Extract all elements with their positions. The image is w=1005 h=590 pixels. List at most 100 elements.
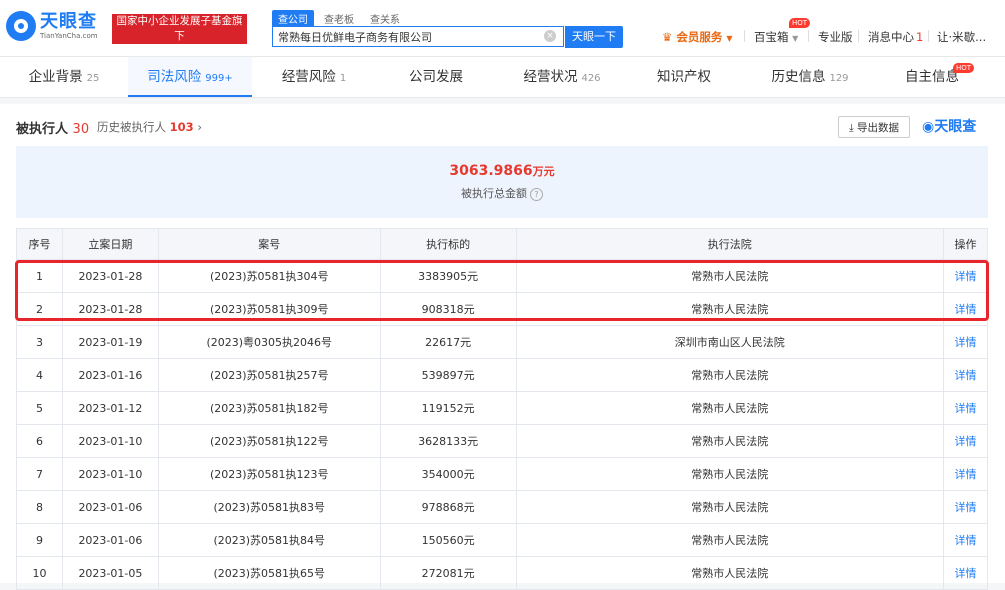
table-row: 1 2023-01-28 (2023)苏0581执304号 3383905元 常熟市人民… bbox=[16, 259, 988, 293]
executed-person-panel: 被执行人 30 历史被执行人 103 › ⤓ 导出数据 ◉天眼查 3063.98… bbox=[0, 104, 1005, 590]
search-tab-boss[interactable]: 查老板 bbox=[318, 10, 360, 27]
clear-icon[interactable]: × bbox=[544, 30, 556, 42]
tab-legal-risk[interactable]: 司法风险 999+ bbox=[128, 57, 252, 97]
row-court: 常熟市人民法院 bbox=[515, 424, 945, 458]
detail-link[interactable]: 详情 bbox=[943, 391, 988, 425]
row-date: 2023-01-19 bbox=[61, 325, 159, 359]
row-case-number: (2023)苏0581执257号 bbox=[157, 358, 381, 392]
row-no: 7 bbox=[16, 457, 63, 491]
baibaoxiang-menu[interactable]: 百宝箱 ▼ bbox=[754, 29, 798, 45]
message-center[interactable]: 消息中心 1 bbox=[868, 29, 923, 45]
tab-business-risk[interactable]: 经营风险 1 bbox=[252, 57, 376, 97]
row-no: 1 bbox=[16, 259, 63, 293]
chevron-down-icon: ▼ bbox=[792, 34, 799, 43]
row-date: 2023-01-10 bbox=[61, 457, 159, 491]
summary-box: 3063.9866万元 被执行总金额? bbox=[16, 146, 988, 218]
row-date: 2023-01-16 bbox=[61, 358, 159, 392]
detail-link[interactable]: 详情 bbox=[943, 325, 988, 359]
row-case-number: (2023)苏0581执123号 bbox=[157, 457, 381, 491]
tab-operation[interactable]: 经营状况 426 bbox=[500, 57, 624, 97]
table-row: 5 2023-01-12 (2023)苏0581执182号 119152元 常熟市人民法… bbox=[16, 391, 988, 425]
col-header-date: 立案日期 bbox=[61, 228, 159, 260]
row-no: 2 bbox=[16, 292, 63, 326]
download-icon: ⤓ bbox=[849, 122, 854, 134]
tab-history[interactable]: 历史信息 129 bbox=[748, 57, 872, 97]
row-case-number: (2023)苏0581执65号 bbox=[157, 556, 381, 590]
vip-menu[interactable]: ♛ 会员服务 ▼ bbox=[662, 29, 733, 45]
row-date: 2023-01-12 bbox=[61, 391, 159, 425]
row-court: 常熟市人民法院 bbox=[515, 292, 945, 326]
row-date: 2023-01-05 bbox=[61, 556, 159, 590]
help-icon[interactable]: ? bbox=[530, 187, 543, 201]
logo-domain: TianYanCha.com bbox=[40, 31, 98, 40]
logo[interactable]: 天眼查 TianYanCha.com bbox=[6, 11, 98, 41]
row-court: 深圳市南山区人民法院 bbox=[515, 325, 945, 359]
row-no: 6 bbox=[16, 424, 63, 458]
row-case-number: (2023)苏0581执83号 bbox=[157, 490, 381, 524]
row-court: 常熟市人民法院 bbox=[515, 490, 945, 524]
row-case-number: (2023)苏0581执304号 bbox=[157, 259, 381, 293]
export-button[interactable]: ⤓ 导出数据 bbox=[838, 116, 910, 138]
table-row: 4 2023-01-16 (2023)苏0581执257号 539897元 常熟市人民法… bbox=[16, 358, 988, 392]
row-case-number: (2023)苏0581执182号 bbox=[157, 391, 381, 425]
row-amount: 3383905元 bbox=[379, 259, 517, 293]
row-date: 2023-01-06 bbox=[61, 523, 159, 557]
search-input[interactable]: 常熟每日优鲜电子商务有限公司 bbox=[272, 26, 564, 47]
detail-link[interactable]: 详情 bbox=[943, 292, 988, 326]
tab-development[interactable]: 公司发展 bbox=[376, 57, 500, 97]
row-case-number: (2023)粤0305执2046号 bbox=[157, 325, 381, 359]
row-amount: 119152元 bbox=[379, 391, 517, 425]
row-court: 常熟市人民法院 bbox=[515, 457, 945, 491]
detail-link[interactable]: 详情 bbox=[943, 259, 988, 293]
tab-self-info[interactable]: 自主信息 bbox=[872, 57, 996, 97]
table-row: 10 2023-01-05 (2023)苏0581执65号 272081元 常熟市人民法… bbox=[16, 556, 988, 590]
message-count: 1 bbox=[916, 30, 924, 44]
row-no: 10 bbox=[16, 556, 63, 590]
row-court: 常熟市人民法院 bbox=[515, 259, 945, 293]
row-court: 常熟市人民法院 bbox=[515, 358, 945, 392]
detail-link[interactable]: 详情 bbox=[943, 490, 988, 524]
detail-link[interactable]: 详情 bbox=[943, 424, 988, 458]
history-executed-link[interactable]: 历史被执行人 103 › bbox=[97, 119, 202, 135]
logo-eye-icon: ◉ bbox=[922, 119, 935, 135]
search-button[interactable]: 天眼一下 bbox=[565, 26, 623, 48]
table-row: 7 2023-01-10 (2023)苏0581执123号 354000元 常熟市人民法… bbox=[16, 457, 988, 491]
detail-link[interactable]: 详情 bbox=[943, 556, 988, 590]
row-amount: 908318元 bbox=[379, 292, 517, 326]
row-amount: 272081元 bbox=[379, 556, 517, 590]
row-no: 8 bbox=[16, 490, 63, 524]
hot-badge: HOT bbox=[953, 63, 975, 73]
row-amount: 978868元 bbox=[379, 490, 517, 524]
table-row: 2 2023-01-28 (2023)苏0581执309号 908318元 常熟市人民法… bbox=[16, 292, 988, 326]
row-case-number: (2023)苏0581执84号 bbox=[157, 523, 381, 557]
row-amount: 539897元 bbox=[379, 358, 517, 392]
search-tab-relation[interactable]: 查关系 bbox=[364, 10, 406, 27]
tab-ip[interactable]: 知识产权 bbox=[624, 57, 748, 97]
search-tab-company[interactable]: 查公司 bbox=[272, 10, 314, 27]
col-header-court: 执行法院 bbox=[515, 228, 945, 260]
tab-company-background[interactable]: 企业背景 25 bbox=[0, 57, 128, 97]
total-label: 被执行总金额? bbox=[16, 185, 988, 201]
row-date: 2023-01-06 bbox=[61, 490, 159, 524]
logo-eye-icon bbox=[6, 11, 36, 41]
total-amount: 3063.9866万元 bbox=[449, 163, 555, 179]
row-amount: 3628133元 bbox=[379, 424, 517, 458]
col-header-case: 案号 bbox=[157, 228, 381, 260]
row-amount: 354000元 bbox=[379, 457, 517, 491]
col-header-op: 操作 bbox=[943, 228, 988, 260]
row-case-number: (2023)苏0581执309号 bbox=[157, 292, 381, 326]
executed-table: 序号 立案日期 案号 执行标的 执行法院 操作 1 2023-01-28 (2023… bbox=[16, 228, 988, 590]
crown-icon: ♛ bbox=[662, 30, 673, 44]
row-court: 常熟市人民法院 bbox=[515, 556, 945, 590]
gov-badge: 国家中小企业发展子基金旗下 官方备案企业征信机构 bbox=[112, 14, 247, 57]
detail-link[interactable]: 详情 bbox=[943, 523, 988, 557]
pro-link[interactable]: 专业版 bbox=[818, 29, 853, 45]
row-no: 3 bbox=[16, 325, 63, 359]
detail-link[interactable]: 详情 bbox=[943, 358, 988, 392]
row-date: 2023-01-10 bbox=[61, 424, 159, 458]
brand-watermark: ◉天眼查 bbox=[922, 119, 977, 135]
user-menu[interactable]: 让·米歇... bbox=[937, 29, 986, 45]
detail-link[interactable]: 详情 bbox=[943, 457, 988, 491]
row-court: 常熟市人民法院 bbox=[515, 391, 945, 425]
row-no: 4 bbox=[16, 358, 63, 392]
